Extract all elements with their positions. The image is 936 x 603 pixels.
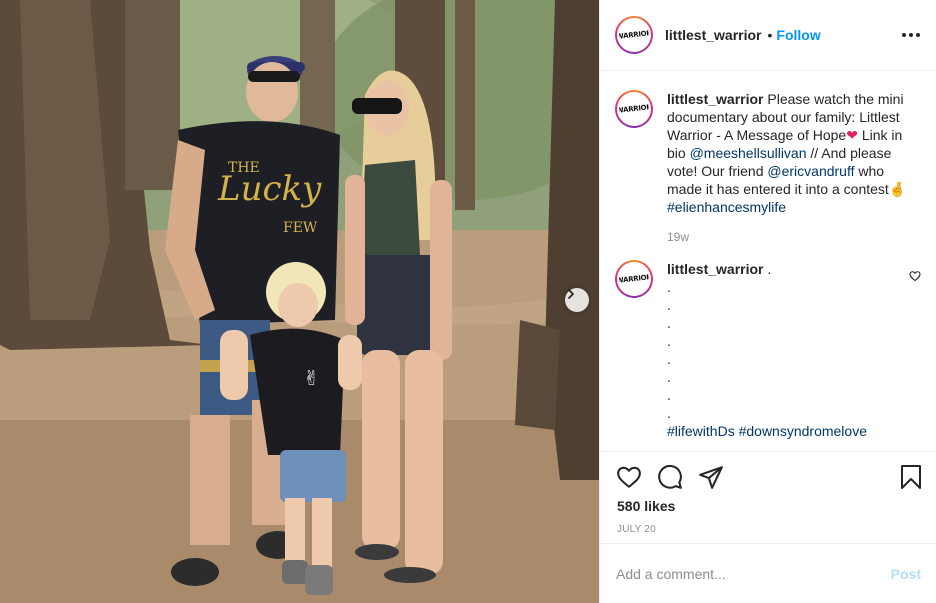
comment-dot-line: .	[667, 387, 671, 403]
comment-like-heart-icon[interactable]	[909, 270, 921, 282]
caption: WARRIOR littlest_warrior Please watch th…	[615, 90, 921, 246]
share-paper-plane-icon[interactable]	[698, 464, 724, 490]
comment-dot-line: .	[667, 369, 671, 385]
comment-dot-line: .	[667, 279, 671, 295]
caption-text: littlest_warrior Please watch the mini d…	[667, 90, 909, 246]
header-separator: •	[767, 27, 773, 43]
save-bookmark-icon[interactable]	[899, 464, 923, 490]
comment-input[interactable]	[616, 565, 891, 582]
carousel-next-button[interactable]	[565, 288, 589, 312]
avatar-image: WARRIOR	[617, 18, 651, 52]
comment-hashtags[interactable]: #lifewithDs #downsyndromelove	[667, 423, 867, 439]
post-panel: WARRIOR littlest_warrior • Follow WARRIO…	[599, 0, 936, 603]
header-username[interactable]: littlest_warrior	[665, 27, 761, 43]
mention-link[interactable]: @meeshellsullivan	[690, 145, 807, 161]
svg-text:THE: THE	[228, 160, 260, 176]
post-comment-button[interactable]: Post	[891, 566, 921, 582]
svg-text:✌: ✌	[303, 366, 320, 390]
likes-count[interactable]: 580 likes	[617, 498, 675, 514]
comment-username[interactable]: littlest_warrior	[667, 261, 763, 277]
mention-link[interactable]: @ericvandruff	[767, 163, 854, 179]
caption-timestamp[interactable]: 19w	[667, 228, 909, 246]
heart-emoji: ❤	[846, 127, 858, 143]
chevron-right-icon	[568, 289, 574, 299]
action-row	[616, 464, 724, 490]
comment-first-line: .	[763, 261, 772, 277]
comment-dot-line: .	[667, 351, 671, 367]
caption-avatar-image: WARRIOR	[617, 92, 651, 126]
post-actions: 580 likes JULY 20	[600, 451, 936, 543]
comment-dot-line: .	[667, 333, 671, 349]
avatar-logo-text: WARRIOR	[617, 29, 651, 41]
comment-item: WARRIOR littlest_warrior . . . . . . . .…	[615, 260, 921, 440]
family-photo-illustration: Lucky THE FEW ✌	[0, 0, 599, 603]
comments-section[interactable]: WARRIOR littlest_warrior Please watch th…	[600, 72, 936, 450]
more-options-icon[interactable]	[901, 26, 921, 44]
follow-button[interactable]: Follow	[776, 27, 820, 43]
crossed-fingers-emoji: 🤞	[888, 181, 907, 197]
post-date: JULY 20	[617, 524, 656, 535]
add-comment-bar: Post	[600, 543, 936, 603]
post-photo: Lucky THE FEW ✌	[0, 0, 599, 603]
avatar[interactable]: WARRIOR	[615, 16, 653, 54]
comment-avatar-image: WARRIOR	[617, 262, 651, 296]
svg-text:FEW: FEW	[283, 220, 318, 236]
caption-avatar[interactable]: WARRIOR	[615, 90, 653, 128]
comment-avatar-logo-text: WARRIOR	[617, 273, 651, 285]
comment-dot-line: .	[667, 315, 671, 331]
caption-avatar-logo-text: WARRIOR	[617, 103, 651, 115]
comment-dot-line: .	[667, 297, 671, 313]
post-header: WARRIOR littlest_warrior • Follow	[600, 0, 936, 71]
comment-avatar[interactable]: WARRIOR	[615, 260, 653, 298]
comment-dot-line: .	[667, 405, 671, 421]
like-heart-icon[interactable]	[616, 464, 642, 490]
hashtag-link[interactable]: #elienhancesmylife	[667, 199, 786, 215]
comment-text: littlest_warrior . . . . . . . . . #life…	[667, 260, 909, 440]
comment-bubble-icon[interactable]	[657, 464, 683, 490]
caption-username[interactable]: littlest_warrior	[667, 91, 763, 107]
